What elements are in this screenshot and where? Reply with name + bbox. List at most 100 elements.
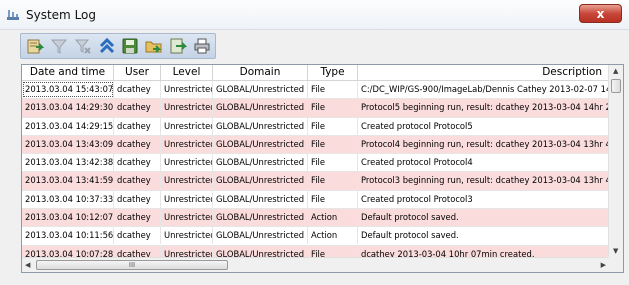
collapse-icon	[99, 37, 114, 54]
column-header-date[interactable]: Date and time	[22, 65, 114, 80]
cell-domain: GLOBAL/Unrestricted	[213, 154, 308, 172]
cell-user: dcathey	[114, 99, 161, 117]
cell-level: Unrestricted	[161, 172, 213, 190]
open-folder-button[interactable]	[143, 35, 165, 57]
cell-date: 2013.03.04 14:29:15	[22, 117, 114, 135]
column-header-user[interactable]: User	[114, 65, 161, 80]
cell-description: C:/DC_WIP/GS-900/ImageLab/Dennis Cathey …	[358, 81, 609, 98]
save-button[interactable]	[120, 35, 142, 57]
log-table: Date and time User Level Domain Type Des…	[21, 64, 624, 273]
cell-date: 2013.03.04 13:41:59	[22, 172, 114, 190]
cell-user: dcathey	[114, 81, 161, 98]
table-row[interactable]: 2013.03.04 13:41:59 dcathey Unrestricted GL…	[22, 172, 609, 191]
cell-level: Unrestricted	[161, 154, 213, 172]
cell-domain: GLOBAL/Unrestricted	[213, 135, 308, 153]
cell-domain: GLOBAL/Unrestricted	[213, 81, 308, 98]
collapse-button[interactable]	[96, 35, 118, 57]
printer-icon	[194, 38, 210, 54]
cell-user: dcathey	[114, 117, 161, 135]
print-button[interactable]	[191, 35, 213, 57]
export-log-icon	[27, 39, 44, 54]
cell-domain: GLOBAL/Unrestricted	[213, 172, 308, 190]
cell-date: 2013.03.04 10:11:56	[22, 227, 114, 245]
cell-description: Protocol4 beginning run, result: dcathey…	[358, 135, 609, 153]
cell-type: File	[308, 190, 358, 208]
cell-level: Unrestricted	[161, 190, 213, 208]
cell-user: dcathey	[114, 227, 161, 245]
cell-description: Created protocol Protocol5	[358, 117, 609, 135]
cell-domain: GLOBAL/Unrestricted	[213, 190, 308, 208]
cell-domain: GLOBAL/Unrestricted	[213, 227, 308, 245]
cell-user: dcathey	[114, 209, 161, 227]
cell-level: Unrestricted	[161, 117, 213, 135]
cell-domain: GLOBAL/Unrestricted	[213, 99, 308, 117]
cell-type: File	[308, 172, 358, 190]
cell-type: Action	[308, 209, 358, 227]
cell-type: File	[308, 81, 358, 98]
title-bar[interactable]: System Log	[0, 0, 629, 30]
scroll-grip: III	[128, 261, 136, 269]
table-row[interactable]: 2013.03.04 14:29:15 dcathey Unrestricted GL…	[22, 117, 609, 136]
table-row[interactable]: 2013.03.04 14:29:30 dcathey Unrestricted GL…	[22, 99, 609, 118]
cell-domain: GLOBAL/Unrestricted	[213, 117, 308, 135]
scroll-corner	[608, 257, 623, 272]
column-header-description[interactable]: Description	[358, 65, 609, 80]
horizontal-scroll-thumb[interactable]: III	[36, 260, 228, 270]
column-header-type[interactable]: Type	[308, 65, 358, 80]
log-app-icon	[7, 9, 19, 20]
filter-button[interactable]	[48, 35, 70, 57]
scroll-right-icon[interactable]: ▶	[601, 261, 606, 269]
table-row[interactable]: 2013.03.04 13:42:38 dcathey Unrestricted GL…	[22, 154, 609, 173]
scroll-left-icon[interactable]: ◀	[25, 261, 30, 269]
cell-level: Unrestricted	[161, 227, 213, 245]
window-title: System Log	[26, 7, 96, 22]
system-log-window: System Log x Date and time User Level Do…	[0, 0, 629, 285]
table-header: Date and time User Level Domain Type Des…	[22, 65, 609, 81]
cell-user: dcathey	[114, 172, 161, 190]
cell-date: 2013.03.04 14:29:30	[22, 99, 114, 117]
cell-domain: GLOBAL/Unrestricted	[213, 209, 308, 227]
cell-type: File	[308, 135, 358, 153]
vertical-scroll-thumb[interactable]	[611, 79, 621, 93]
cell-description: Created protocol Protocol4	[358, 154, 609, 172]
scroll-down-icon[interactable]: ▼	[613, 247, 618, 255]
filter-icon	[50, 39, 67, 54]
cell-level: Unrestricted	[161, 209, 213, 227]
column-header-domain[interactable]: Domain	[213, 65, 308, 80]
clear-filter-icon	[74, 39, 91, 54]
table-body: 2013.03.04 15:43:07 dcathey Unrestricted GL…	[22, 81, 609, 272]
cell-description: Protocol3 beginning run, result: dcathey…	[358, 172, 609, 190]
horizontal-scrollbar[interactable]: ◀ III ▶	[22, 257, 609, 272]
table-row[interactable]: 2013.03.04 15:43:07 dcathey Unrestricted GL…	[22, 81, 609, 100]
vertical-scrollbar[interactable]: ▲ ▼	[608, 65, 623, 257]
export-log-button[interactable]	[24, 35, 46, 57]
close-button[interactable]: x	[579, 4, 622, 23]
cell-level: Unrestricted	[161, 135, 213, 153]
cell-user: dcathey	[114, 190, 161, 208]
cell-date: 2013.03.04 10:12:07	[22, 209, 114, 227]
export-icon	[170, 38, 188, 54]
cell-date: 2013.03.04 15:43:07	[22, 81, 114, 98]
cell-type: File	[308, 154, 358, 172]
table-row[interactable]: 2013.03.04 13:43:09 dcathey Unrestricted GL…	[22, 135, 609, 155]
cell-description: Default protocol saved.	[358, 227, 609, 245]
cell-user: dcathey	[114, 135, 161, 153]
cell-description: Protocol5 beginning run, result: dcathey…	[358, 99, 609, 117]
clear-filter-button[interactable]	[72, 35, 94, 57]
cell-date: 2013.03.04 13:43:09	[22, 135, 114, 153]
save-icon	[122, 38, 138, 54]
cell-type: File	[308, 117, 358, 135]
table-row[interactable]: 2013.03.04 10:11:56 dcathey Unrestricted GL…	[22, 227, 609, 246]
table-row[interactable]: 2013.03.04 10:12:07 dcathey Unrestricted GL…	[22, 209, 609, 228]
export-button[interactable]	[167, 35, 189, 57]
cell-level: Unrestricted	[161, 99, 213, 117]
scroll-up-icon[interactable]: ▲	[613, 67, 618, 75]
cell-date: 2013.03.04 10:37:33	[22, 190, 114, 208]
column-header-level[interactable]: Level	[161, 65, 213, 80]
cell-type: File	[308, 99, 358, 117]
cell-description: Created protocol Protocol3	[358, 190, 609, 208]
open-folder-icon	[145, 41, 162, 53]
cell-level: Unrestricted	[161, 81, 213, 98]
table-row[interactable]: 2013.03.04 10:37:33 dcathey Unrestricted GL…	[22, 190, 609, 210]
cell-date: 2013.03.04 13:42:38	[22, 154, 114, 172]
